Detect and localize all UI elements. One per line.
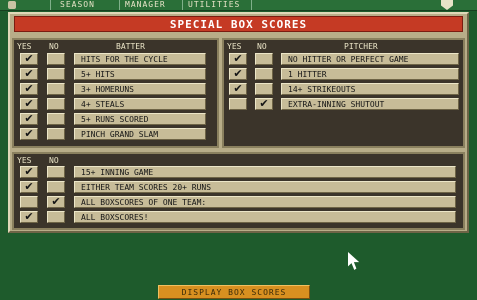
batter-no-checkbox[interactable] [47, 68, 65, 80]
menu-bar: SEASON MANAGER UTILITIES [0, 0, 477, 11]
game-no-header: NO [49, 156, 59, 165]
pitcher-yes-checkbox[interactable]: ✔ [229, 68, 247, 80]
batter-row-label: HITS FOR THE CYCLE [74, 53, 206, 65]
batter-no-checkbox[interactable] [47, 128, 65, 140]
game-row-label: EITHER TEAM SCORES 20+ RUNS [74, 181, 456, 193]
batter-no-checkbox[interactable] [47, 83, 65, 95]
batter-yes-checkbox[interactable]: ✔ [20, 68, 38, 80]
game-box: YES NO ✔ 15+ INNING GAME ✔ EITHER TEAM S… [12, 152, 465, 230]
pitcher-box: YES NO PITCHER ✔ NO HITTER OR PERFECT GA… [222, 38, 465, 148]
batter-yes-checkbox[interactable]: ✔ [20, 113, 38, 125]
pitcher-row-label: 14+ STRIKEOUTS [281, 83, 459, 95]
pitcher-no-checkbox[interactable] [255, 83, 273, 95]
pitcher-yes-header: YES [227, 42, 242, 51]
menu-season[interactable]: SEASON [60, 0, 95, 10]
menu-utilities[interactable]: UTILITIES [188, 0, 240, 10]
batter-no-header: NO [49, 42, 59, 51]
game-yes-checkbox[interactable] [20, 196, 38, 208]
pitcher-no-checkbox[interactable]: ✔ [255, 98, 273, 110]
batter-yes-header: YES [17, 42, 32, 51]
panel-title: SPECIAL BOX SCORES [14, 16, 463, 32]
pitcher-row-label: EXTRA-INNING SHUTOUT [281, 98, 459, 110]
game-row-label: 15+ INNING GAME [74, 166, 456, 178]
game-no-checkbox[interactable] [47, 211, 65, 223]
batter-row-label: 5+ HITS [74, 68, 206, 80]
batter-yes-checkbox[interactable]: ✔ [20, 83, 38, 95]
pitcher-no-checkbox[interactable] [255, 68, 273, 80]
menu-separator [251, 0, 252, 10]
game-yes-checkbox[interactable]: ✔ [20, 166, 38, 178]
game-yes-checkbox[interactable]: ✔ [20, 181, 38, 193]
batter-no-checkbox[interactable] [47, 53, 65, 65]
batter-row-label: 3+ HOMERUNS [74, 83, 206, 95]
menu-manager[interactable]: MANAGER [125, 0, 166, 10]
mouse-pointer-icon [348, 252, 360, 270]
menu-separator [119, 0, 120, 10]
batter-yes-checkbox[interactable]: ✔ [20, 53, 38, 65]
pitcher-no-checkbox[interactable] [255, 53, 273, 65]
pitcher-header: PITCHER [344, 42, 378, 51]
batter-row-label: PINCH GRAND SLAM [74, 128, 206, 140]
pitcher-yes-checkbox[interactable]: ✔ [229, 53, 247, 65]
game-no-checkbox[interactable] [47, 166, 65, 178]
pitcher-row-label: NO HITTER OR PERFECT GAME [281, 53, 459, 65]
pitcher-row-label: 1 HITTER [281, 68, 459, 80]
apple-icon[interactable] [8, 1, 16, 9]
game-no-checkbox[interactable] [47, 181, 65, 193]
pitcher-yes-checkbox[interactable] [229, 98, 247, 110]
batter-no-checkbox[interactable] [47, 113, 65, 125]
game-row-label: ALL BOXSCORES OF ONE TEAM: [74, 196, 456, 208]
menu-separator [50, 0, 51, 10]
display-box-scores-button[interactable]: DISPLAY BOX SCORES [158, 285, 310, 299]
pitcher-yes-checkbox[interactable]: ✔ [229, 83, 247, 95]
game-no-checkbox[interactable]: ✔ [47, 196, 65, 208]
batter-box: YES NO BATTER ✔ HITS FOR THE CYCLE ✔ 5+ … [12, 38, 219, 148]
batter-row-label: 5+ RUNS SCORED [74, 113, 206, 125]
batter-row-label: 4+ STEALS [74, 98, 206, 110]
batter-no-checkbox[interactable] [47, 98, 65, 110]
batter-header: BATTER [116, 42, 145, 51]
game-row-label: ALL BOXSCORES! [74, 211, 456, 223]
batter-yes-checkbox[interactable]: ✔ [20, 128, 38, 140]
shield-icon[interactable] [441, 0, 453, 10]
game-yes-checkbox[interactable]: ✔ [20, 211, 38, 223]
pitcher-no-header: NO [257, 42, 267, 51]
special-box-scores-panel: SPECIAL BOX SCORES YES NO BATTER ✔ HITS … [8, 12, 469, 233]
batter-yes-checkbox[interactable]: ✔ [20, 98, 38, 110]
game-yes-header: YES [17, 156, 32, 165]
menu-separator [182, 0, 183, 10]
